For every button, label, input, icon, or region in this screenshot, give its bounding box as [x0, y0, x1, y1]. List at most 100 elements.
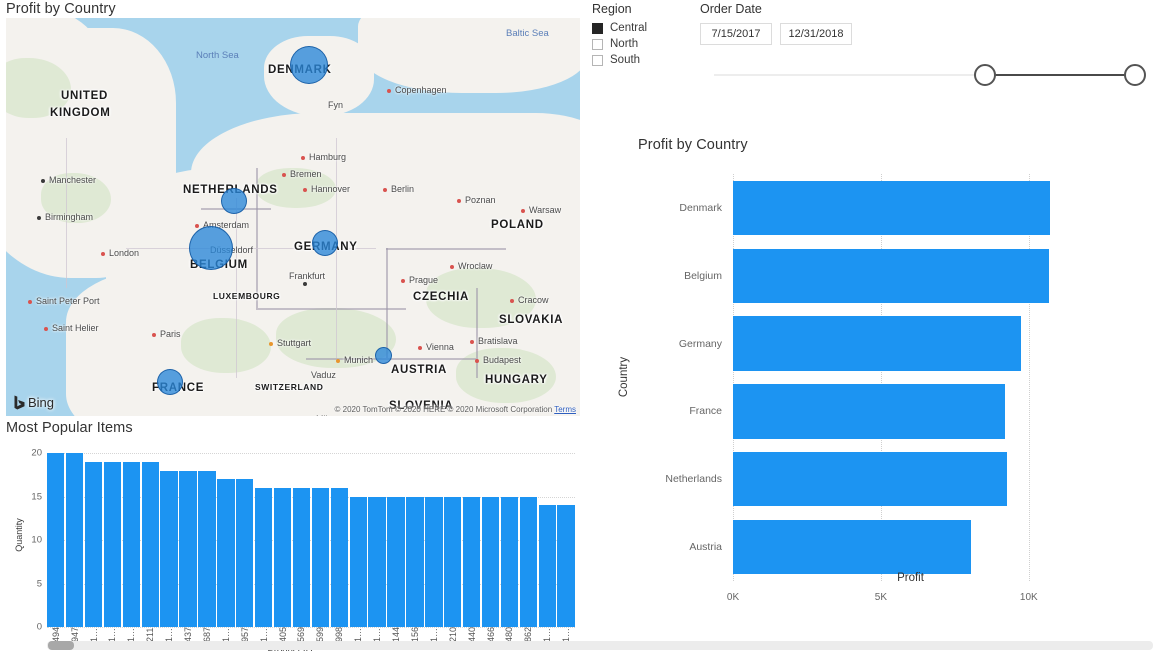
map-bubble-belgium[interactable]	[189, 226, 233, 270]
items-bar[interactable]	[217, 479, 235, 627]
map-city-label: Saint Helier	[52, 323, 99, 333]
map-city-dot	[475, 359, 479, 363]
items-x-tick-label: 466	[485, 626, 496, 642]
items-bar[interactable]	[103, 461, 122, 627]
map-city-label: Frankfurt	[289, 271, 326, 281]
order-date-slicer-title: Order Date	[700, 2, 762, 16]
profit-bar[interactable]	[733, 180, 1050, 236]
map-city-label: Fyn	[328, 100, 344, 110]
order-date-end-input[interactable]: 12/31/2018	[780, 23, 852, 45]
items-bar[interactable]	[122, 461, 141, 627]
map-bubble-netherlands[interactable]	[221, 188, 247, 214]
items-bar-series[interactable]	[47, 448, 575, 627]
items-x-tick: 1…	[539, 608, 556, 642]
region-option-central[interactable]: Central	[592, 20, 692, 36]
profit-y-axis-label: Country	[618, 356, 630, 398]
order-date-slicer: Order Date 7/15/2017 12/31/2018	[700, 2, 1152, 86]
items-x-tick-label: 599	[315, 626, 326, 642]
region-checkbox-south[interactable]	[592, 54, 603, 66]
order-date-range-slider[interactable]	[700, 64, 1152, 86]
items-x-tick: 480	[501, 608, 518, 642]
map-bubble-germany[interactable]	[312, 230, 338, 256]
map-border-7	[476, 288, 478, 378]
items-y-tick: 15	[31, 491, 42, 503]
slider-handle-end[interactable]	[1124, 64, 1146, 86]
map-attribution-text: © 2020 TomTom © 2020 HERE © 2020 Microso…	[334, 405, 553, 414]
items-bar[interactable]	[330, 487, 348, 627]
items-bar[interactable]	[84, 461, 103, 627]
map-city-label: Paris	[160, 329, 181, 339]
items-bar[interactable]	[311, 487, 330, 627]
profit-bar[interactable]	[733, 316, 1022, 371]
profit-category-label: France	[689, 405, 722, 418]
order-date-start-input[interactable]: 7/15/2017	[700, 23, 772, 45]
map-city-label: Wroclaw	[458, 261, 493, 271]
map-city-dot	[383, 188, 387, 192]
bing-logo[interactable]: Bing	[14, 395, 54, 410]
map-city-dot	[28, 300, 32, 304]
profit-x-tick: 0K	[726, 592, 740, 603]
profit-bar[interactable]	[733, 519, 972, 575]
most-popular-items-panel: Most Popular Items Quantity 0 5 10 15 20 494…	[0, 418, 580, 651]
map-border-2	[256, 308, 406, 310]
items-x-tick-label: 1…	[542, 627, 553, 642]
items-y-tick: 20	[31, 447, 42, 459]
region-option-label: South	[610, 54, 641, 66]
slider-handle-start[interactable]	[974, 64, 996, 86]
items-x-tick-label: 1…	[428, 627, 439, 642]
items-bar[interactable]	[47, 453, 65, 627]
items-scrollbar-thumb[interactable]	[48, 641, 74, 650]
map-bubble-austria[interactable]	[374, 346, 392, 364]
region-option-north[interactable]: North	[592, 36, 692, 52]
map-terms-link[interactable]: Terms	[554, 405, 576, 414]
items-x-tick-label: 156	[409, 626, 420, 642]
map-country-label: POLAND	[491, 219, 544, 231]
items-bar[interactable]	[198, 470, 216, 627]
items-bar[interactable]	[65, 453, 84, 627]
map-title: Profit by Country	[6, 1, 116, 17]
map-country-label: SLOVAKIA	[499, 314, 564, 326]
items-x-tick: 211	[142, 608, 159, 642]
map-city-label: Vienna	[426, 342, 454, 352]
profit-bar[interactable]	[733, 452, 1007, 507]
items-x-tick: 437	[179, 608, 196, 642]
region-option-south[interactable]: South	[592, 52, 692, 68]
items-x-tick-label: 687	[201, 626, 212, 642]
map-city-label: Birmingham	[45, 212, 94, 222]
profit-bar[interactable]	[733, 384, 1006, 439]
items-bar[interactable]	[179, 470, 197, 627]
region-checkbox-north[interactable]	[592, 38, 603, 50]
map-city-label: Poznan	[465, 195, 496, 205]
items-x-tick-label: 1…	[107, 627, 118, 642]
items-x-tick: 440	[463, 608, 480, 642]
region-option-label: Central	[610, 22, 648, 34]
items-x-tick: 1…	[104, 608, 121, 642]
items-x-tick: 569	[293, 608, 310, 642]
items-x-tick: 210	[444, 608, 461, 642]
items-bar[interactable]	[160, 470, 178, 627]
items-x-tick: 947	[66, 608, 83, 642]
bing-map[interactable]: North SeaBaltic Sea UNITEDKINGDOMDENMARK…	[6, 18, 580, 416]
region-option-label: North	[610, 38, 639, 50]
items-bar[interactable]	[236, 479, 254, 627]
items-bar[interactable]	[254, 487, 273, 627]
items-x-tick: 466	[482, 608, 499, 642]
items-x-tick: 156	[406, 608, 423, 642]
map-city-dot	[470, 340, 474, 344]
dashboard-page: Profit by Country North Sea Baltic Sea U…	[0, 0, 1159, 651]
map-city-dot	[418, 346, 422, 350]
items-x-tick-label: 1…	[258, 627, 269, 642]
items-bar[interactable]	[292, 487, 311, 627]
map-bubble-denmark[interactable]	[290, 46, 328, 84]
region-checkbox-central[interactable]	[592, 22, 603, 34]
map-bubble-france[interactable]	[157, 369, 183, 395]
items-x-tick: 405	[274, 608, 291, 642]
profit-bar[interactable]	[733, 248, 1049, 303]
items-bar[interactable]	[273, 487, 292, 627]
items-x-tick: 1…	[368, 608, 385, 642]
items-bar[interactable]	[141, 461, 159, 627]
order-date-inputs: 7/15/2017 12/31/2018	[700, 23, 1152, 45]
map-city-label: Budapest	[483, 355, 522, 365]
map-city-label: Bremen	[290, 169, 322, 179]
items-x-tick: 1…	[557, 608, 574, 642]
